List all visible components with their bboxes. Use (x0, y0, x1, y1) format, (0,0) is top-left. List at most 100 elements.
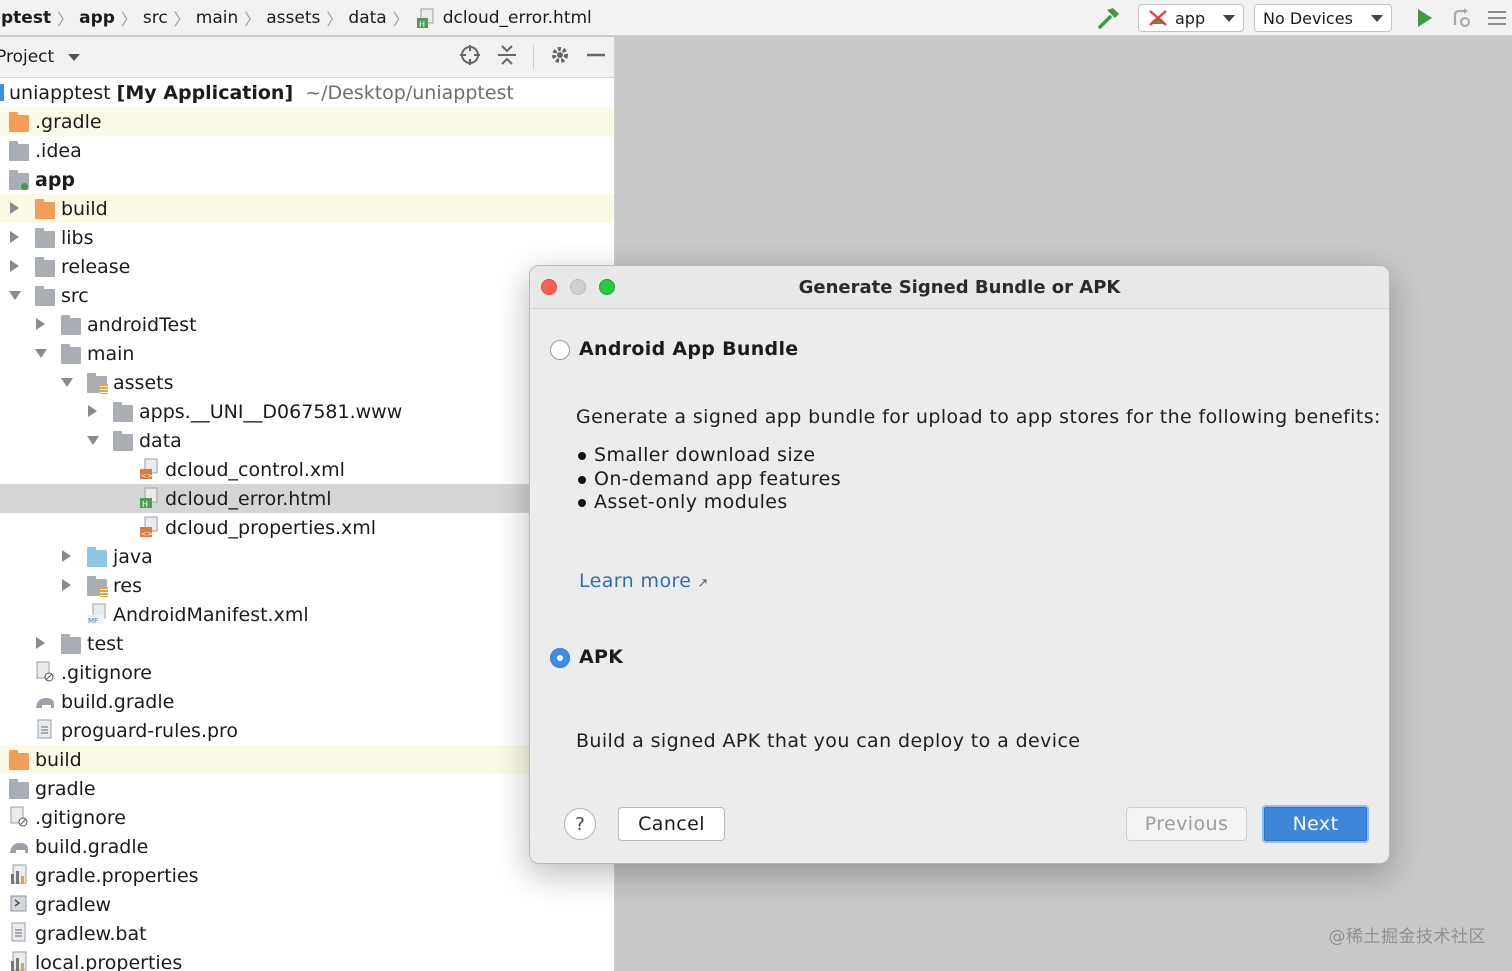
chevron-right-icon[interactable] (10, 202, 19, 214)
tree-item-src[interactable]: src (0, 281, 614, 310)
breadcrumb-src[interactable]: src (139, 8, 172, 28)
tree-item-gradle-folder[interactable]: gradle (0, 774, 614, 803)
tree-item-gradlew-bat[interactable]: gradlew.bat (0, 919, 614, 948)
tree-item-dcloud-properties[interactable]: <> dcloud_properties.xml (0, 513, 614, 542)
folder-icon (35, 257, 55, 277)
tree-item-root-build[interactable]: build (0, 745, 614, 774)
tree-item-label: androidTest (87, 313, 197, 336)
build-hammer-icon[interactable] (1096, 5, 1122, 31)
chevron-down-icon[interactable] (35, 349, 47, 358)
collapse-all-icon[interactable] (497, 44, 517, 71)
root-module: [My Application] (116, 81, 294, 104)
breadcrumb-data[interactable]: data (344, 8, 390, 28)
tree-item-label: dcloud_control.xml (165, 458, 345, 481)
module-dot-icon (21, 183, 28, 190)
breadcrumb-current-file[interactable]: dcloud_error.html (439, 8, 596, 28)
project-tool-window: Project uniapptest [My Application] ~/De… (0, 37, 615, 971)
chevron-right-icon[interactable] (88, 405, 97, 417)
chevron-down-icon[interactable] (87, 436, 99, 445)
cancel-button[interactable]: Cancel (618, 807, 725, 841)
tree-item-app-build-gradle[interactable]: build.gradle (0, 687, 614, 716)
previous-button[interactable]: Previous (1126, 807, 1247, 841)
project-tree: uniapptest [My Application] ~/Desktop/un… (0, 78, 614, 971)
tree-item-apps-www[interactable]: apps.__UNI__D067581.www (0, 397, 614, 426)
ignore-file-icon (36, 661, 54, 682)
tree-item-res[interactable]: res (0, 571, 614, 600)
tree-item-local-properties[interactable]: local.properties (0, 948, 614, 971)
breadcrumb-app[interactable]: app (75, 8, 119, 28)
zoom-window-button[interactable] (599, 279, 615, 295)
folder-icon (61, 634, 81, 654)
properties-file-icon (11, 951, 27, 971)
tree-item-root-gitignore[interactable]: .gitignore (0, 803, 614, 832)
minimize-window-button[interactable] (570, 279, 586, 295)
tree-item-app-build[interactable]: build (0, 194, 614, 223)
breadcrumb-main[interactable]: main (192, 8, 242, 28)
tree-item-libs[interactable]: libs (0, 223, 614, 252)
chevron-right-icon[interactable] (36, 637, 45, 649)
breadcrumb-separator: 〉 (173, 9, 190, 29)
folder-icon (113, 431, 133, 451)
help-button[interactable]: ? (564, 808, 596, 840)
apk-label[interactable]: APK (579, 646, 623, 668)
learn-more-link[interactable]: Learn more ↗ (579, 570, 709, 592)
tree-item-gradlew[interactable]: gradlew (0, 890, 614, 919)
tree-item-label: build.gradle (35, 835, 149, 858)
locate-target-icon[interactable] (459, 44, 481, 71)
chevron-down-icon[interactable] (68, 53, 81, 61)
tree-item-label: gradlew.bat (35, 922, 147, 945)
tree-item-gradle-properties[interactable]: gradle.properties (0, 861, 614, 890)
bundle-benefits-list: Smaller download size On-demand app feat… (577, 444, 841, 515)
tree-item-dcloud-control[interactable]: <> dcloud_control.xml (0, 455, 614, 484)
hide-panel-icon[interactable] (586, 45, 606, 70)
tree-root[interactable]: uniapptest [My Application] ~/Desktop/un… (0, 78, 614, 107)
tree-item-data[interactable]: data (0, 426, 614, 455)
tree-item-idea[interactable]: .idea (0, 136, 614, 165)
tree-item-android-manifest[interactable]: MF AndroidManifest.xml (0, 600, 614, 629)
tree-item-app[interactable]: app (0, 165, 614, 194)
gear-icon[interactable] (550, 45, 570, 70)
chevron-right-icon[interactable] (62, 579, 71, 591)
apk-radio[interactable] (550, 648, 570, 668)
tree-item-app-gitignore[interactable]: .gitignore (0, 658, 614, 687)
android-app-bundle-label[interactable]: Android App Bundle (579, 338, 798, 360)
tree-item-dcloud-error[interactable]: H dcloud_error.html (0, 484, 614, 513)
breadcrumb-assets[interactable]: assets (262, 8, 324, 28)
folder-icon (113, 402, 133, 422)
apply-changes-icon[interactable] (1450, 7, 1472, 29)
breadcrumb-project[interactable]: ptest (0, 8, 55, 28)
tree-item-main[interactable]: main (0, 339, 614, 368)
tree-item-test[interactable]: test (0, 629, 614, 658)
chevron-right-icon[interactable] (36, 318, 45, 330)
xml-file-icon: <> (140, 516, 158, 538)
close-window-button[interactable] (541, 279, 557, 295)
chevron-right-icon[interactable] (10, 260, 19, 272)
run-play-icon[interactable] (1418, 9, 1432, 27)
tree-item-root-build-gradle[interactable]: build.gradle (0, 832, 614, 861)
tree-item-gradle-cache[interactable]: .gradle (0, 107, 614, 136)
tree-item-label: gradlew (35, 893, 112, 916)
run-configuration-label: app (1175, 8, 1206, 28)
tree-item-proguard[interactable]: proguard-rules.pro (0, 716, 614, 745)
tree-item-androidtest[interactable]: androidTest (0, 310, 614, 339)
chevron-down-icon[interactable] (9, 291, 21, 300)
android-app-bundle-radio[interactable] (550, 340, 570, 360)
project-view-selector[interactable]: Project (0, 47, 54, 67)
breadcrumb-separator: 〉 (392, 9, 409, 29)
chevron-down-icon (1223, 14, 1235, 22)
tree-item-label: src (61, 284, 89, 307)
run-configuration-select[interactable]: app (1138, 4, 1244, 32)
chevron-right-icon[interactable] (10, 231, 19, 243)
device-select[interactable]: No Devices (1254, 4, 1392, 32)
gradle-elephant-icon (10, 843, 28, 853)
chevron-down-icon[interactable] (61, 378, 73, 387)
gradle-elephant-icon (36, 698, 54, 708)
next-button[interactable]: Next (1262, 805, 1369, 843)
tree-item-release[interactable]: release (0, 252, 614, 281)
more-menu-icon[interactable] (1486, 7, 1508, 29)
root-path: ~/Desktop/uniapptest (305, 81, 514, 104)
tree-item-assets[interactable]: assets (0, 368, 614, 397)
tree-item-java[interactable]: java (0, 542, 614, 571)
chevron-right-icon[interactable] (62, 550, 71, 562)
html-file-icon: H (416, 8, 435, 29)
